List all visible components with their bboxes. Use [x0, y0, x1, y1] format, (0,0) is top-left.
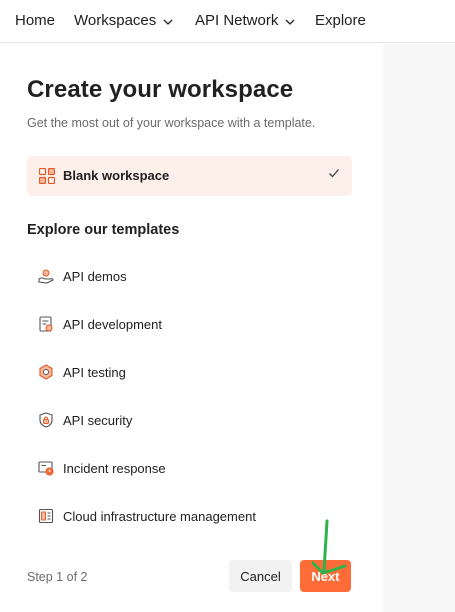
- document-code-icon: [38, 316, 54, 337]
- chevron-down-icon: [163, 12, 173, 29]
- templates-section-title: Explore our templates: [27, 222, 180, 238]
- template-label: Incident response: [63, 461, 166, 476]
- template-api-testing[interactable]: API testing: [27, 357, 352, 387]
- template-label: API security: [63, 413, 133, 428]
- checkmark-icon: [328, 166, 340, 184]
- background-area: [383, 44, 455, 612]
- template-api-security[interactable]: API security: [27, 405, 352, 435]
- alert-monitor-icon: [38, 460, 54, 481]
- nav-workspaces[interactable]: Workspaces: [74, 12, 173, 29]
- template-label: API demos: [63, 269, 127, 284]
- template-api-development[interactable]: API development: [27, 309, 352, 339]
- nav-home-label: Home: [15, 12, 56, 29]
- nav-explore-label: Explore: [315, 12, 366, 29]
- page-subtitle: Get the most out of your workspace with …: [27, 116, 316, 130]
- page-title: Create your workspace: [27, 76, 294, 103]
- nav-api-network[interactable]: API Network: [195, 12, 295, 29]
- step-indicator: Step 1 of 2: [27, 570, 88, 584]
- hand-demo-icon: [38, 268, 54, 289]
- server-cloud-icon: [38, 508, 54, 529]
- create-workspace-panel: Create your workspace Get the most out o…: [0, 44, 383, 612]
- template-label: Cloud infrastructure management: [63, 509, 256, 524]
- nav-api-network-label: API Network: [195, 12, 279, 29]
- template-cloud-infrastructure[interactable]: Cloud infrastructure management: [27, 501, 352, 531]
- template-label: API testing: [63, 365, 126, 380]
- blank-workspace-option[interactable]: Blank workspace: [27, 156, 352, 196]
- blank-workspace-label: Blank workspace: [63, 168, 170, 183]
- nav-home[interactable]: Home: [15, 12, 55, 29]
- grid-icon: [38, 167, 56, 189]
- cancel-button[interactable]: Cancel: [229, 560, 292, 592]
- top-nav: Home Workspaces API Network Explore: [0, 0, 455, 43]
- chevron-down-icon: [285, 12, 295, 29]
- lock-shield-icon: [38, 412, 54, 433]
- template-api-demos[interactable]: API demos: [27, 261, 352, 291]
- nav-workspaces-label: Workspaces: [74, 12, 157, 29]
- template-incident-response[interactable]: Incident response: [27, 453, 352, 483]
- nav-explore[interactable]: Explore: [315, 12, 366, 29]
- hexagon-test-icon: [38, 364, 54, 385]
- annotation-arrow-icon: [311, 519, 347, 575]
- template-label: API development: [63, 317, 163, 332]
